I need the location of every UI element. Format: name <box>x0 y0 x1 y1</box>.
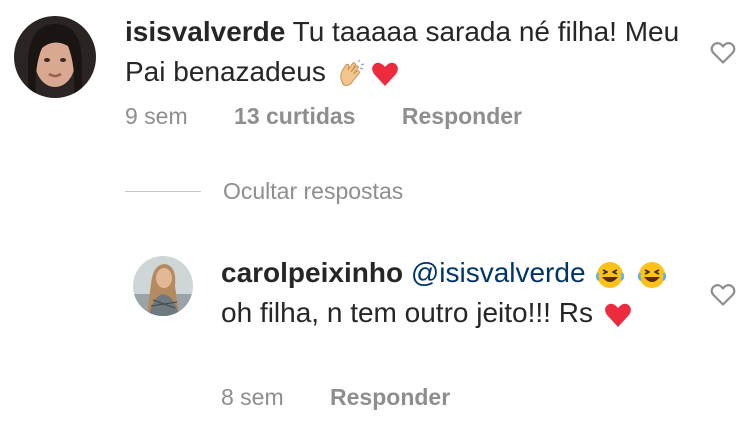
reply-reply-button[interactable]: Responder <box>330 384 450 410</box>
heart-outline-icon <box>710 283 736 306</box>
reply-meta: 8 sem Responder <box>221 384 490 411</box>
comment-reply-button[interactable]: Responder <box>402 103 522 129</box>
avatar-image <box>14 16 96 98</box>
comment-username[interactable]: isisvalverde <box>125 16 285 47</box>
red-heart-emoji <box>370 59 400 89</box>
avatar-carolpeixinho[interactable] <box>133 256 193 316</box>
reply-time: 8 sem <box>221 384 284 410</box>
comment-time: 9 sem <box>125 103 188 129</box>
like-reply-button[interactable] <box>710 283 736 307</box>
heart-outline-icon <box>710 41 736 64</box>
comment-likes[interactable]: 13 curtidas <box>234 103 355 129</box>
comment-meta: 9 sem 13 curtidas Responder <box>125 103 562 130</box>
avatar-isisvalverde[interactable] <box>14 16 96 98</box>
avatar-image <box>133 256 193 316</box>
clapping-hands-emoji <box>336 59 366 89</box>
hide-replies-label: Ocultar respostas <box>223 178 404 204</box>
comment-body: isisvalverde Tu taaaaa sarada né filha! … <box>125 12 685 92</box>
reply-mention[interactable]: @isisvalverde <box>411 257 586 288</box>
like-comment-button[interactable] <box>710 41 736 65</box>
red-heart-emoji <box>603 300 633 330</box>
rolling-laughing-emoji <box>637 260 667 290</box>
reply-username[interactable]: carolpeixinho <box>221 257 403 288</box>
hide-replies-toggle[interactable]: Ocultar respostas <box>125 178 403 205</box>
rolling-laughing-emoji <box>595 260 625 290</box>
reply-body: carolpeixinho @isisvalverde oh filha, n … <box>221 253 691 333</box>
reply-text: oh filha, n tem outro jeito!!! Rs <box>221 297 593 328</box>
replies-divider-line <box>125 191 201 192</box>
